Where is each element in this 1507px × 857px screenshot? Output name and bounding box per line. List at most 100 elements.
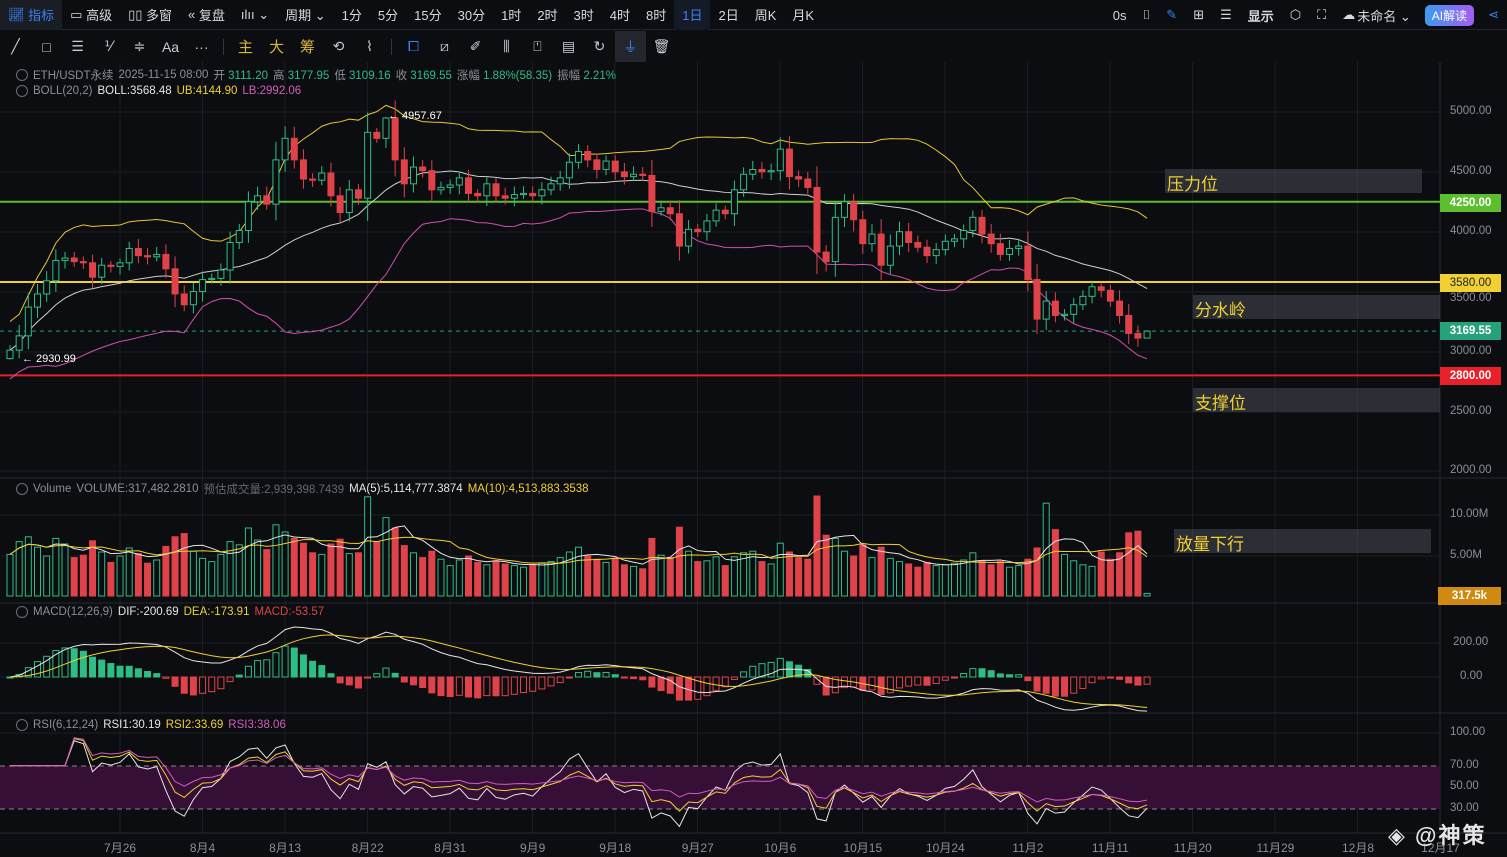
macd-histogram-bar	[547, 676, 555, 687]
collapse-icon[interactable]	[16, 606, 28, 618]
volume-bar	[474, 561, 482, 597]
resistance-annotation[interactable]: 压力位	[1165, 169, 1422, 194]
candle-body	[6, 349, 14, 360]
macd-histogram-bar	[134, 668, 142, 678]
volume-bar	[364, 496, 372, 597]
volume-bar	[804, 558, 812, 597]
candle-body	[941, 240, 949, 251]
date-axis-label: 11月29	[1256, 841, 1295, 855]
volume-bar	[813, 495, 821, 597]
volume-bar	[978, 560, 986, 597]
amplitude-label: 振幅	[557, 70, 581, 82]
volume-bar	[730, 556, 738, 597]
volume-bar	[107, 561, 115, 597]
volume-bar	[914, 566, 922, 597]
candle-body	[1125, 314, 1133, 334]
macd-histogram-bar	[630, 676, 638, 680]
volume-bar	[1079, 564, 1087, 597]
macd-histogram-bar	[529, 676, 537, 692]
collapse-icon[interactable]	[16, 69, 28, 81]
macd-histogram-bar	[575, 672, 583, 678]
collapse-icon[interactable]	[16, 483, 28, 495]
volume-bar	[1006, 566, 1014, 597]
candle-body	[15, 335, 23, 351]
candle-body	[648, 174, 656, 212]
volume-bar	[593, 558, 601, 597]
candle-body	[758, 168, 766, 173]
volume-down-annotation[interactable]: 放量下行	[1174, 529, 1431, 554]
volume-bar	[400, 545, 408, 597]
candle-body	[1070, 304, 1078, 315]
macd-histogram-bar	[254, 660, 262, 678]
candle-body	[153, 253, 161, 258]
candle-body	[730, 189, 738, 215]
candle-body	[630, 173, 638, 178]
candle-body	[1097, 286, 1105, 291]
date-axis-label: 10月24	[925, 841, 965, 855]
candle-body	[483, 183, 491, 197]
macd-dif: DIF:-200.69	[117, 606, 179, 618]
candle-body	[996, 243, 1004, 255]
candle-body	[446, 184, 454, 188]
volume-label[interactable]: Volume	[33, 483, 71, 495]
rsi-legend: RSI(6,12,24) RSI1:30.19 RSI2:33.69 RSI3:…	[16, 719, 286, 731]
candle-body	[923, 246, 931, 257]
volume-bar	[299, 542, 307, 597]
macd-histogram-bar	[153, 673, 161, 678]
date-axis-label: 8月4	[189, 841, 216, 855]
collapse-icon[interactable]	[16, 85, 28, 97]
volume-bar	[327, 543, 335, 597]
macd-histogram-bar	[61, 647, 69, 678]
volume-bar	[465, 555, 472, 597]
volume-bar	[116, 555, 124, 597]
candle-body	[455, 177, 463, 186]
boll-label[interactable]: BOLL(20,2)	[33, 85, 92, 97]
high-label: 高	[273, 70, 285, 82]
volume-bar	[822, 534, 830, 597]
watershed-annotation[interactable]: 分水岭	[1193, 295, 1440, 320]
candle-body	[107, 264, 115, 267]
candle-body	[868, 233, 876, 245]
macd-histogram-bar	[79, 650, 87, 678]
candle-body	[1051, 300, 1059, 316]
macd-histogram-bar	[758, 663, 766, 678]
macd-histogram-bar	[538, 676, 546, 690]
volume-bar	[336, 538, 344, 597]
macd-histogram-bar	[1125, 676, 1133, 684]
rsi-label[interactable]: RSI(6,12,24)	[33, 719, 98, 731]
resistance-price-tag: 4250.00	[1440, 194, 1501, 212]
volume-bar	[254, 539, 262, 597]
volume-bar	[602, 561, 610, 597]
volume-bar	[79, 554, 87, 597]
date-axis-label: 8月13	[269, 841, 302, 855]
macd-histogram-bar	[1079, 676, 1087, 689]
candle-body	[116, 262, 124, 267]
macd-histogram-bar	[520, 676, 528, 694]
support-annotation[interactable]: 支撑位	[1193, 388, 1440, 413]
collapse-icon[interactable]	[16, 719, 28, 731]
macd-histogram-bar	[1024, 676, 1032, 682]
candle-body	[850, 201, 858, 221]
volume-bar	[52, 537, 60, 597]
macd-histogram-bar	[235, 674, 243, 678]
candle-body	[391, 117, 399, 161]
volume-bar	[675, 526, 683, 597]
volume-bar	[657, 554, 665, 597]
candle-body	[602, 160, 610, 170]
date-axis-label: 9月9	[520, 841, 546, 855]
current-price-tag: 3169.55	[1440, 322, 1501, 340]
candle-body	[254, 195, 262, 203]
candle-body	[877, 233, 885, 266]
macd-histogram-bar	[189, 676, 197, 696]
candle-body	[89, 262, 97, 278]
macd-dea: DEA:-173.91	[183, 606, 250, 618]
volume-bar	[89, 540, 97, 597]
candle-body	[465, 177, 472, 194]
macd-histogram-bar	[1116, 676, 1124, 680]
candle-body	[281, 137, 289, 161]
volume-bar	[850, 555, 858, 597]
volume-bar	[905, 563, 913, 597]
macd-label[interactable]: MACD(12,26,9)	[33, 606, 113, 618]
macd-histogram-bar	[593, 672, 601, 678]
candle-body	[712, 209, 720, 222]
